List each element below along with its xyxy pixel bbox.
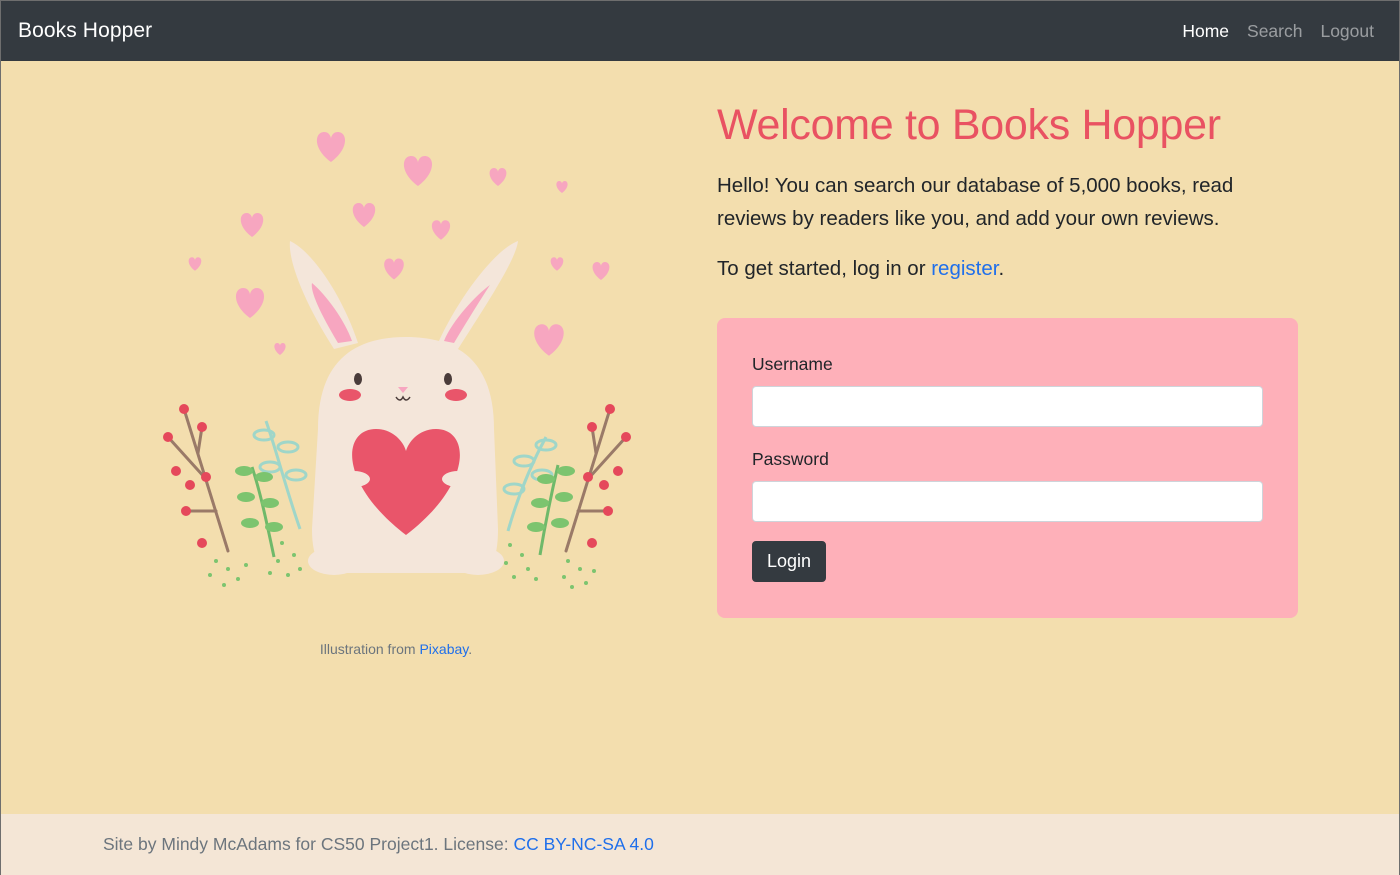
bunny-illustration — [106, 99, 686, 634]
pixabay-link[interactable]: Pixabay — [419, 641, 468, 657]
nav-search-link[interactable]: Search — [1238, 21, 1311, 42]
nav-home-link[interactable]: Home — [1173, 21, 1238, 42]
brand-link[interactable]: Books Hopper — [18, 19, 152, 43]
navbar: Books Hopper Home Search Logout — [1, 1, 1399, 61]
page-title: Welcome to Books Hopper — [717, 101, 1221, 149]
login-button[interactable]: Login — [752, 541, 827, 582]
username-label: Username — [752, 354, 833, 374]
nav-logout-link[interactable]: Logout — [1311, 21, 1382, 42]
nav-links: Home Search Logout — [1173, 21, 1382, 42]
register-link[interactable]: register — [931, 257, 998, 280]
username-input[interactable] — [752, 386, 1263, 427]
intro-text: Hello! You can search our database of 5,… — [717, 169, 1297, 302]
footer-text: Site by Mindy McAdams for CS50 Project1.… — [103, 834, 509, 854]
intro-paragraph: Hello! You can search our database of 5,… — [717, 174, 1234, 230]
license-link[interactable]: CC BY-NC-SA 4.0 — [513, 834, 653, 855]
caption-suffix: . — [468, 641, 473, 657]
get-started-prefix: To get started, log in or — [717, 257, 932, 280]
password-label: Password — [752, 449, 829, 469]
login-form: Username Password Login — [717, 318, 1298, 618]
caption-prefix: Illustration from — [319, 641, 420, 657]
get-started-suffix: . — [998, 257, 1005, 280]
footer: Site by Mindy McAdams for CS50 Project1.… — [1, 814, 1399, 875]
get-started-paragraph: To get started, log in or register. — [717, 252, 1297, 285]
illustration-caption: Illustration from Pixabay. — [106, 641, 686, 657]
password-input[interactable] — [752, 481, 1263, 522]
bunny-with-heart-icon — [163, 132, 631, 589]
